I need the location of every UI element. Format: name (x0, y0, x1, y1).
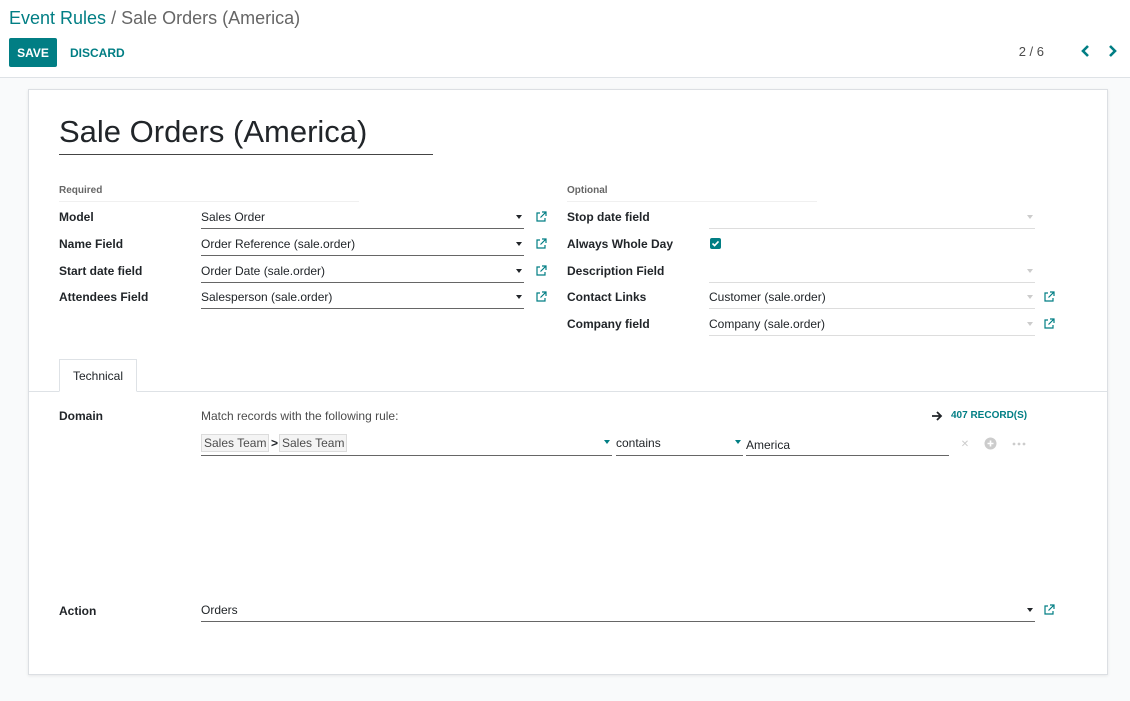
dropdown-caret-icon[interactable] (604, 440, 610, 444)
external-link-icon[interactable] (1043, 604, 1055, 616)
pager-next-button[interactable] (1103, 41, 1121, 61)
action-value: Orders (201, 603, 238, 617)
name-field-select[interactable]: Order Reference (sale.order) (201, 234, 524, 256)
stop-date-label: Stop date field (567, 210, 650, 224)
path-separator: > (271, 436, 279, 450)
dropdown-caret-icon[interactable] (1027, 608, 1033, 612)
company-value: Company (sale.order) (709, 317, 826, 331)
model-field[interactable]: Sales Order (201, 207, 524, 229)
attendees-value: Salesperson (sale.order) (201, 290, 333, 304)
attendees-label: Attendees Field (59, 290, 149, 304)
pager-value[interactable]: 2 / 6 (1019, 44, 1044, 59)
domain-label: Domain (59, 409, 104, 423)
attendees-field[interactable]: Salesperson (sale.order) (201, 287, 524, 309)
action-label: Action (59, 604, 97, 618)
contact-links-value: Customer (sale.order) (709, 290, 826, 304)
contact-links-label: Contact Links (567, 290, 647, 304)
description-label: Description Field (567, 264, 665, 278)
save-button[interactable]: SAVE (9, 38, 57, 67)
dropdown-caret-icon[interactable] (735, 440, 741, 444)
domain-path-field[interactable]: Sales Team > Sales Team (201, 432, 612, 456)
breadcrumb-separator: / (111, 8, 117, 28)
external-link-icon[interactable] (1043, 291, 1055, 303)
name-field-label: Name Field (59, 237, 124, 251)
add-rule-icon[interactable] (984, 437, 997, 450)
breadcrumb-parent-link[interactable]: Event Rules (9, 8, 106, 28)
dropdown-caret-icon[interactable] (516, 242, 522, 246)
domain-value-input[interactable]: America (746, 432, 949, 456)
name-field-value: Order Reference (sale.order) (201, 237, 356, 251)
delete-rule-icon[interactable]: ✕ (960, 439, 970, 450)
domain-operator-select[interactable]: contains (616, 432, 743, 456)
domain-operator-value: contains (616, 436, 661, 450)
start-date-label: Start date field (59, 264, 143, 278)
form-sheet: Sale Orders (America) Required Model Sal… (28, 89, 1108, 675)
pager-previous-button[interactable] (1076, 41, 1094, 61)
start-date-value: Order Date (sale.order) (201, 264, 326, 278)
company-label: Company field (567, 317, 650, 331)
start-date-field[interactable]: Order Date (sale.order) (201, 261, 524, 283)
optional-group-title: Optional (567, 185, 817, 202)
description-field[interactable] (709, 261, 1035, 283)
arrow-right-icon (932, 410, 943, 421)
whole-day-checkbox[interactable] (710, 238, 721, 249)
chevron-left-icon (1080, 45, 1089, 57)
model-label: Model (59, 210, 94, 224)
dropdown-caret-icon[interactable] (516, 215, 522, 219)
dropdown-caret-icon[interactable] (1027, 215, 1033, 219)
dropdown-caret-icon[interactable] (1027, 295, 1033, 299)
dropdown-caret-icon[interactable] (516, 295, 522, 299)
action-field[interactable]: Orders (201, 600, 1035, 622)
whole-day-label: Always Whole Day (567, 237, 674, 251)
notebook-divider (29, 391, 1107, 392)
required-group-title: Required (59, 185, 359, 202)
more-options-icon[interactable] (1012, 439, 1026, 449)
external-link-icon[interactable] (535, 265, 547, 277)
tab-technical[interactable]: Technical (59, 359, 137, 392)
checkmark-icon (711, 240, 720, 247)
path-chip: Sales Team (201, 434, 270, 452)
records-count-label: 407 RECORD(S) (951, 410, 1028, 421)
dropdown-caret-icon[interactable] (1027, 269, 1033, 273)
external-link-icon[interactable] (535, 238, 547, 250)
contact-links-field[interactable]: Customer (sale.order) (709, 287, 1035, 309)
discard-button[interactable]: DISCARD (70, 38, 125, 67)
chevron-right-icon (1108, 45, 1117, 57)
external-link-icon[interactable] (1043, 318, 1055, 330)
dropdown-caret-icon[interactable] (516, 269, 522, 273)
domain-value: America (746, 438, 791, 452)
domain-rule-text: Match records with the following rule: (201, 409, 399, 423)
external-link-icon[interactable] (535, 291, 547, 303)
stop-date-field[interactable] (709, 207, 1035, 229)
company-field[interactable]: Company (sale.order) (709, 314, 1035, 336)
model-value: Sales Order (201, 210, 266, 224)
control-panel: Event Rules / Sale Orders (America) SAVE… (0, 0, 1130, 78)
breadcrumb-current: Sale Orders (America) (121, 8, 301, 28)
records-count-link[interactable]: 407 RECORD(S) (931, 410, 1027, 421)
external-link-icon[interactable] (535, 211, 547, 223)
record-title-input[interactable]: Sale Orders (America) (59, 114, 433, 155)
dropdown-caret-icon[interactable] (1027, 322, 1033, 326)
path-chip: Sales Team (279, 434, 348, 452)
breadcrumb: Event Rules / Sale Orders (America) (9, 8, 300, 29)
